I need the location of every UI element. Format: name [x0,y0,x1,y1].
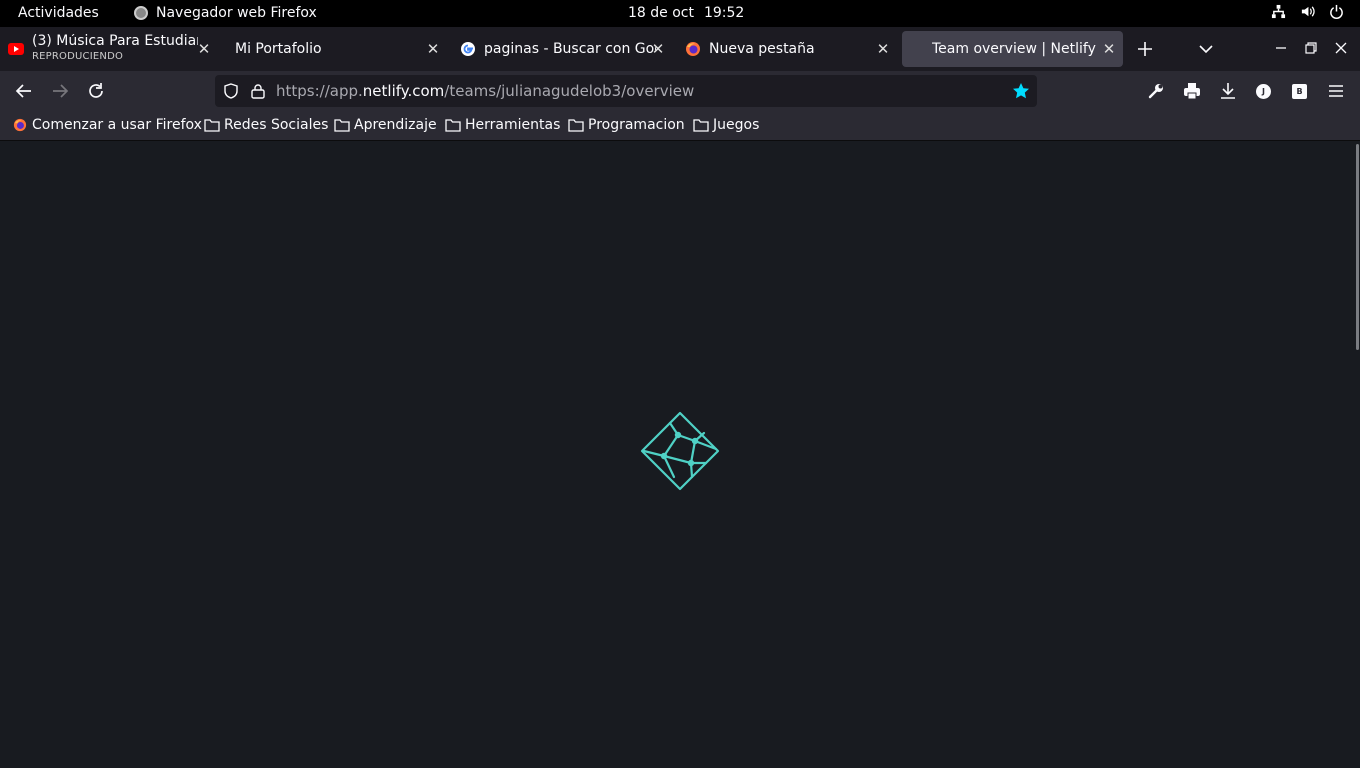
url-text[interactable]: https://app.netlify.com/teams/julianagud… [276,82,694,100]
folder-icon [693,119,709,132]
folder-icon [568,119,584,132]
tab-title: Nueva pestaña [709,41,815,57]
bookmark-label: Juegos [713,117,760,133]
bookmark-comenzar-firefox[interactable]: Comenzar a usar Firefox [12,117,202,133]
app-name: Navegador web Firefox [156,5,317,21]
tab-close-icon[interactable]: ✕ [1101,41,1117,57]
restore-icon[interactable] [1304,41,1318,55]
tab-team-overview-netlify[interactable]: Team overview | Netlify ✕ [902,31,1123,67]
bookmark-label: Redes Sociales [224,117,329,133]
tracking-protection-shield-icon[interactable] [223,83,239,99]
google-icon [460,41,476,57]
close-window-icon[interactable] [1334,41,1348,55]
folder-icon [445,119,461,132]
tab-title: Mi Portafolio [235,41,322,57]
tab-title: Team overview | Netlify [932,41,1096,57]
url-bar[interactable]: https://app.netlify.com/teams/julianagud… [215,75,1037,107]
system-tray[interactable] [1271,4,1344,19]
tab-google-search[interactable]: paginas - Buscar con Goo ✕ [452,31,672,67]
bookmark-folder-aprendizaje[interactable]: Aprendizaje [334,117,437,133]
bookmark-star-icon[interactable] [1012,82,1030,100]
list-all-tabs-icon[interactable] [1198,41,1214,57]
bookmarks-toolbar: Comenzar a usar Firefox Redes Sociales A… [0,111,1360,141]
bookmark-folder-herramientas[interactable]: Herramientas [445,117,560,133]
power-icon [1330,4,1343,19]
wrench-icon[interactable] [1147,82,1165,100]
downloads-icon[interactable] [1219,82,1237,100]
tab-mi-portafolio[interactable]: Mi Portafolio ✕ [227,31,447,67]
firefox-icon [685,41,701,57]
url-path: /teams/julianagudelob3/overview [444,82,695,100]
tab-strip: (3) Música Para Estudiar | REPRODUCIENDO… [0,27,1360,71]
page-content [0,141,1360,768]
print-icon[interactable] [1183,82,1201,100]
tab-close-icon[interactable]: ✕ [425,41,441,57]
forward-icon[interactable] [51,82,69,100]
bookmark-label: Herramientas [465,117,561,133]
youtube-icon [8,41,24,57]
tab-title: (3) Música Para Estudiar | [32,34,198,49]
clock-date: 18 de oct [628,5,694,21]
tab-nueva-pestana[interactable]: Nueva pestaña ✕ [677,31,897,67]
tab-musica[interactable]: (3) Música Para Estudiar | REPRODUCIENDO… [8,31,218,67]
extension-b-icon[interactable]: B [1292,84,1307,99]
folder-icon [334,119,350,132]
url-prefix: https://app. [276,82,363,100]
tab-playing-status: REPRODUCIENDO [32,51,124,62]
netlify-logo-icon [640,411,720,491]
firefox-app-icon [134,6,148,20]
volume-icon [1301,6,1315,17]
clock[interactable]: 18 de oct 19:52 [628,5,744,21]
firefox-icon [13,118,27,132]
lock-icon[interactable] [251,83,265,99]
url-domain: netlify.com [362,82,445,100]
bookmark-folder-juegos[interactable]: Juegos [693,117,759,133]
tab-close-icon[interactable]: ✕ [196,41,212,57]
new-tab-icon[interactable] [1135,39,1155,59]
reload-icon[interactable] [87,82,105,100]
system-top-bar: Actividades Navegador web Firefox 18 de … [0,0,1360,27]
bookmark-folder-redes-sociales[interactable]: Redes Sociales [204,117,328,133]
navigation-toolbar: https://app.netlify.com/teams/julianagud… [0,71,1360,111]
clock-time: 19:52 [703,5,745,21]
bookmark-folder-programacion[interactable]: Programacion [568,117,685,133]
activities-button[interactable]: Actividades [18,5,99,21]
extension-j-icon[interactable]: J [1256,84,1271,99]
network-icon [1271,4,1286,19]
back-icon[interactable] [15,82,33,100]
scrollbar-thumb[interactable] [1356,144,1359,350]
bookmark-label: Programacion [588,117,685,133]
folder-icon [204,119,220,132]
tab-close-icon[interactable]: ✕ [875,41,891,57]
tab-title: paginas - Buscar con Goo [484,41,656,57]
bookmark-label: Comenzar a usar Firefox [32,117,202,133]
minimize-icon[interactable] [1274,41,1288,55]
tab-close-icon[interactable]: ✕ [650,41,666,57]
app-menu[interactable]: Navegador web Firefox [134,5,317,21]
bookmark-label: Aprendizaje [354,117,437,133]
menu-hamburger-icon[interactable] [1327,82,1345,100]
